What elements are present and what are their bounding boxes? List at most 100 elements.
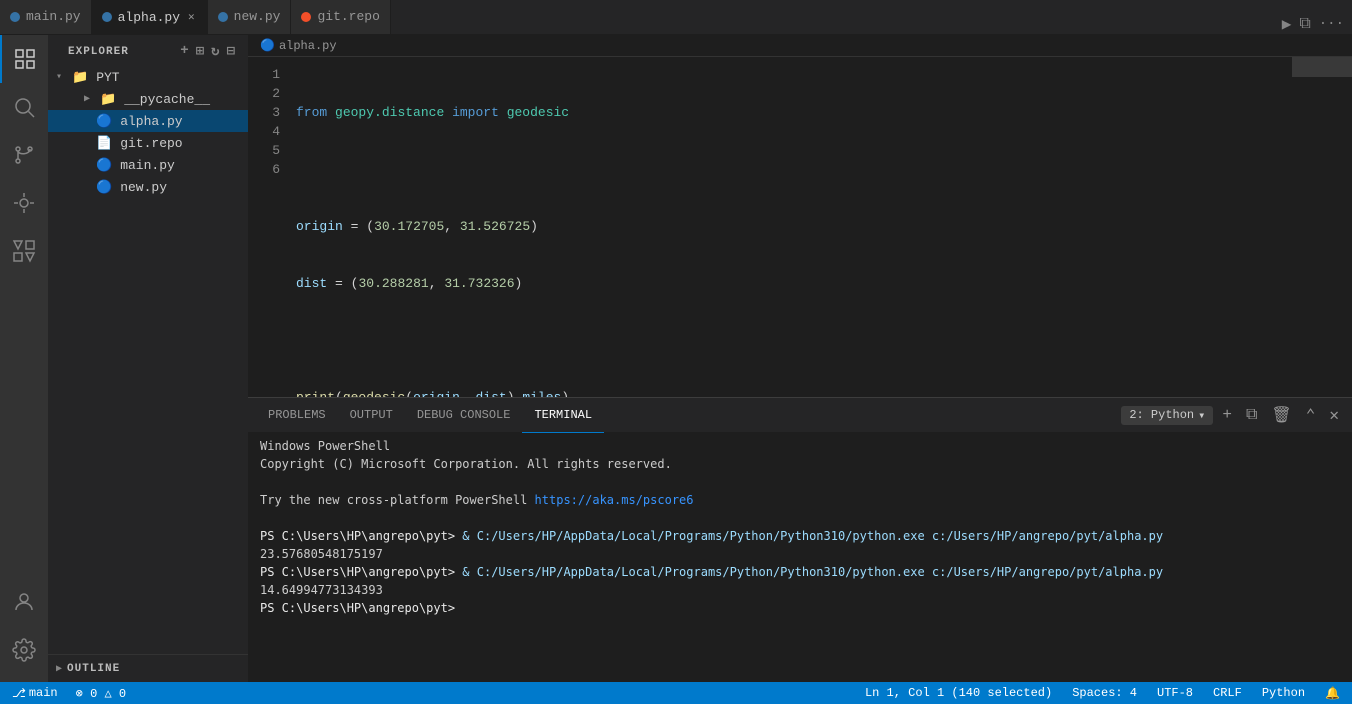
breadcrumb: 🔵 alpha.py [248, 35, 1352, 57]
status-errors[interactable]: ⊗ 0 △ 0 [72, 682, 130, 704]
tab-icon-git-repo [301, 12, 311, 22]
terminal-trash-icon[interactable]: 🗑 [1266, 403, 1296, 427]
app-container: main.py alpha.py ✕ new.py git.repo ▶ ⧉ ·… [0, 0, 1352, 704]
code-editor[interactable]: 1 2 3 4 5 6 from geopy.distance import g… [248, 57, 1352, 397]
terminal-line-cmd2: PS C:\Users\HP\angrepo\pyt> & C:/Users/H… [260, 563, 1340, 581]
run-icon[interactable]: ▶ [1282, 14, 1292, 34]
status-language[interactable]: Python [1258, 682, 1309, 704]
sidebar-title: EXPLORER [68, 46, 129, 58]
collapse-icon[interactable]: ⊟ [227, 43, 236, 60]
status-language-label: Python [1262, 686, 1305, 700]
sidebar-item-main-py[interactable]: 🔵 main.py [48, 154, 248, 176]
folder-icon: 📁 [72, 70, 88, 85]
terminal-panel: PROBLEMS OUTPUT DEBUG CONSOLE TERMINAL 2… [248, 397, 1352, 682]
folder-collapsed-arrow-icon: ▶ [84, 93, 96, 105]
pycache-label: __pycache__ [124, 92, 210, 107]
main-py-file-icon: 🔵 [96, 158, 112, 173]
terminal-chevron-up-icon[interactable]: ⌃ [1301, 403, 1321, 427]
tab-icon-new-py [218, 12, 228, 22]
activity-icon-explorer[interactable] [0, 35, 48, 83]
line-numbers: 1 2 3 4 5 6 [248, 57, 288, 397]
tab-bar: main.py alpha.py ✕ new.py git.repo ▶ ⧉ ·… [0, 0, 1352, 35]
terminal-split-icon[interactable]: ⧉ [1241, 404, 1262, 426]
terminal-line-blank2 [260, 509, 1340, 527]
terminal-tab-problems[interactable]: PROBLEMS [256, 398, 338, 433]
outline-section[interactable]: ▶ OUTLINE [48, 654, 248, 682]
terminal-line-cmd1: PS C:\Users\HP\angrepo\pyt> & C:/Users/H… [260, 527, 1340, 545]
outline-arrow-icon: ▶ [56, 663, 63, 675]
sidebar-item-pyt[interactable]: ▾ 📁 PYT [48, 66, 248, 88]
tab-alpha-py[interactable]: alpha.py ✕ [92, 0, 208, 34]
terminal-tab-debug-console-label: DEBUG CONSOLE [417, 408, 511, 422]
terminal-line-output1: 23.57680548175197 [260, 545, 1340, 563]
tab-label-main-py: main.py [26, 9, 81, 24]
tab-new-py[interactable]: new.py [208, 0, 292, 34]
editor-area: 🔵 alpha.py 1 2 3 4 5 6 from geopy.distan… [248, 35, 1352, 682]
terminal-dropdown[interactable]: 2: Python ▾ [1121, 406, 1213, 425]
sidebar: EXPLORER + ⊞ ↻ ⊟ ▾ 📁 PYT ▶ 📁 [48, 35, 248, 682]
activity-icon-source-control[interactable] [0, 131, 48, 179]
git-branch-icon: ⎇ [12, 686, 26, 701]
more-actions-icon[interactable]: ··· [1319, 16, 1344, 32]
bell-icon: 🔔 [1325, 686, 1340, 701]
tab-icon-main-py [10, 12, 20, 22]
folder-label: PYT [96, 70, 119, 85]
terminal-dropdown-label: 2: Python [1129, 408, 1194, 422]
terminal-tab-output[interactable]: OUTPUT [338, 398, 405, 433]
activity-icon-account[interactable] [0, 578, 48, 626]
alpha-py-label: alpha.py [120, 114, 182, 129]
tab-label-new-py: new.py [234, 9, 281, 24]
status-branch[interactable]: ⎇ main [8, 682, 62, 704]
sidebar-item-new-py[interactable]: 🔵 new.py [48, 176, 248, 198]
refresh-icon[interactable]: ↻ [211, 43, 220, 60]
git-repo-label: git.repo [120, 136, 182, 151]
outline-label: OUTLINE [67, 663, 120, 675]
status-position[interactable]: Ln 1, Col 1 (140 selected) [861, 682, 1056, 704]
folder-arrow-icon: ▾ [56, 71, 68, 83]
terminal-tab-output-label: OUTPUT [350, 408, 393, 422]
activity-icon-debug[interactable] [0, 179, 48, 227]
terminal-content[interactable]: Windows PowerShell Copyright (C) Microso… [248, 433, 1352, 682]
terminal-tabs-bar: PROBLEMS OUTPUT DEBUG CONSOLE TERMINAL 2… [248, 398, 1352, 433]
sidebar-item-git-repo[interactable]: 📄 git.repo [48, 132, 248, 154]
terminal-add-icon[interactable]: + [1217, 404, 1237, 426]
status-branch-label: main [29, 686, 58, 700]
main-py-label: main.py [120, 158, 175, 173]
activity-bar [0, 35, 48, 682]
sidebar-header-icons: + ⊞ ↻ ⊟ [180, 43, 236, 60]
status-encoding[interactable]: UTF-8 [1153, 682, 1197, 704]
status-notifications[interactable]: 🔔 [1321, 682, 1344, 704]
tab-label-git-repo: git.repo [317, 9, 379, 24]
status-right: Ln 1, Col 1 (140 selected) Spaces: 4 UTF… [861, 682, 1344, 704]
new-file-icon[interactable]: + [180, 43, 189, 60]
status-bar: ⎇ main ⊗ 0 △ 0 Ln 1, Col 1 (140 selected… [0, 682, 1352, 704]
terminal-line-output2: 14.64994773134393 [260, 581, 1340, 599]
new-py-label: new.py [120, 180, 167, 195]
terminal-tab-debug-console[interactable]: DEBUG CONSOLE [405, 398, 523, 433]
terminal-close-icon[interactable]: ✕ [1324, 403, 1344, 427]
new-folder-icon[interactable]: ⊞ [196, 43, 205, 60]
status-spaces-label: Spaces: 4 [1072, 686, 1137, 700]
git-repo-file-icon: 📄 [96, 136, 112, 151]
activity-icon-settings[interactable] [0, 626, 48, 674]
status-position-label: Ln 1, Col 1 (140 selected) [865, 686, 1052, 700]
terminal-tab-terminal-label: TERMINAL [534, 408, 592, 422]
split-editor-icon[interactable]: ⧉ [1299, 15, 1310, 33]
sidebar-header: EXPLORER + ⊞ ↻ ⊟ [48, 35, 248, 64]
sidebar-item-alpha-py[interactable]: 🔵 alpha.py [48, 110, 248, 132]
main-row: EXPLORER + ⊞ ↻ ⊟ ▾ 📁 PYT ▶ 📁 [0, 35, 1352, 682]
activity-icon-extensions[interactable] [0, 227, 48, 275]
terminal-tab-terminal[interactable]: TERMINAL [522, 398, 604, 433]
tab-git-repo[interactable]: git.repo [291, 0, 390, 34]
activity-icon-search[interactable] [0, 83, 48, 131]
status-left: ⎇ main ⊗ 0 △ 0 [8, 682, 130, 704]
breadcrumb-file-icon: 🔵 [260, 38, 275, 53]
code-content[interactable]: from geopy.distance import geodesic orig… [288, 57, 1292, 397]
status-spaces[interactable]: Spaces: 4 [1068, 682, 1141, 704]
terminal-tab-problems-label: PROBLEMS [268, 408, 326, 422]
sidebar-item-pycache[interactable]: ▶ 📁 __pycache__ [48, 88, 248, 110]
status-line-ending-label: CRLF [1213, 686, 1242, 700]
tab-close-alpha-py[interactable]: ✕ [186, 9, 197, 25]
tab-main-py[interactable]: main.py [0, 0, 92, 34]
status-line-ending[interactable]: CRLF [1209, 682, 1246, 704]
